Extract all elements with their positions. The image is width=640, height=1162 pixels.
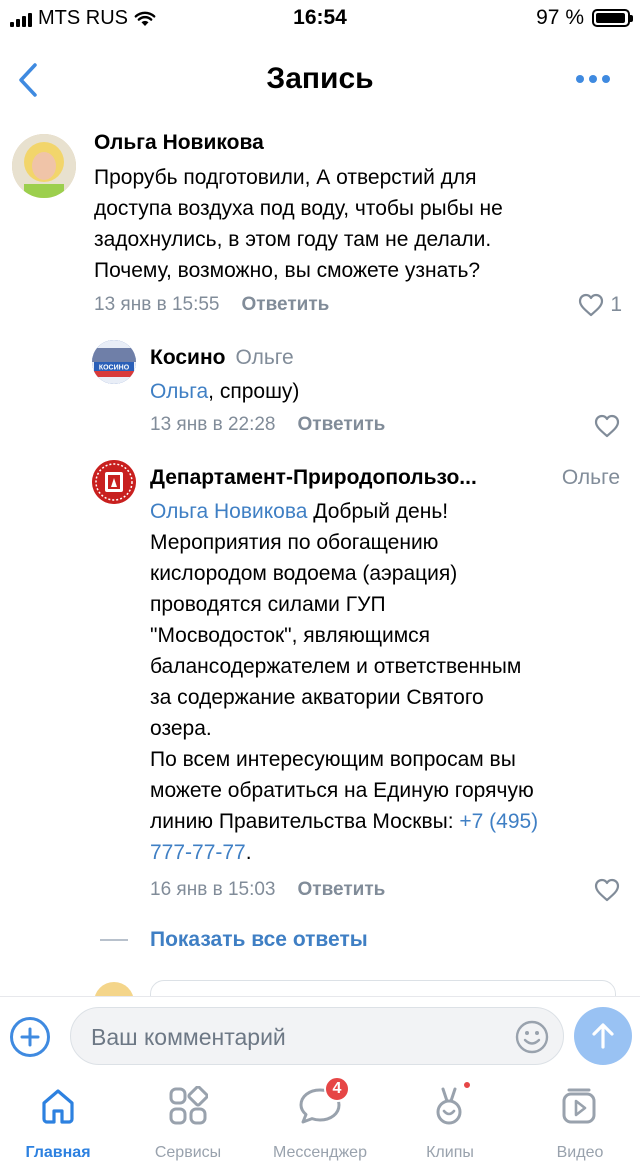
- avatar-photo: [12, 134, 76, 198]
- video-icon: [556, 1082, 604, 1130]
- comment-text-line: кислородом водоема (аэрация): [150, 562, 458, 585]
- comment-text-line: можете обратиться на Единую горячую: [150, 779, 534, 802]
- tab-video[interactable]: Видео: [516, 1082, 640, 1162]
- like-button[interactable]: 1: [578, 293, 622, 317]
- heart-icon: [594, 414, 620, 438]
- svg-text:КОСИНО: КОСИНО: [99, 365, 130, 372]
- comment-text-line: Ольга Новикова Добрый день!: [150, 500, 449, 523]
- comment-date: 13 янв в 15:55: [94, 294, 220, 315]
- more-button[interactable]: [568, 64, 618, 94]
- tab-label: Клипы: [426, 1144, 474, 1161]
- chat-bubble-icon: 4: [296, 1076, 350, 1130]
- tab-bar: Главная Сервисы 4 Мессенджер Клипы Видео: [0, 1076, 640, 1162]
- tab-label: Видео: [556, 1144, 604, 1161]
- comment-text-line: Мероприятия по обогащению: [150, 531, 439, 554]
- services-icon: [164, 1082, 212, 1130]
- like-button[interactable]: [594, 878, 620, 902]
- comment-author[interactable]: Департамент-Природопользо...: [150, 466, 477, 490]
- new-dot: [462, 1080, 472, 1090]
- comment-input[interactable]: Ваш комментарий: [70, 1007, 564, 1065]
- show-all-replies-label: Показать все ответы: [150, 928, 368, 951]
- heart-icon: [594, 878, 620, 902]
- comment-text-line: 777-77-77.: [150, 841, 252, 864]
- avatar[interactable]: КОСИНО: [92, 340, 136, 384]
- comment-text-line: "Мосводосток", являющимся: [150, 624, 431, 647]
- comment-text: Ольга, спрошу): [150, 376, 299, 407]
- moscow-emblem: [92, 460, 136, 504]
- tab-services[interactable]: Сервисы: [124, 1082, 252, 1162]
- status-bar: MTS RUS 16:54 97 %: [0, 0, 640, 40]
- clips-icon: [426, 1080, 474, 1130]
- comment-input-placeholder: Ваш комментарий: [91, 1024, 286, 1050]
- battery-icon: [592, 9, 633, 27]
- comment-text-rest: , спрошу): [208, 380, 300, 403]
- mention-link[interactable]: Ольга: [150, 380, 208, 403]
- tab-home[interactable]: Главная: [0, 1082, 122, 1162]
- comment-text-line: доступа воздуха под воду, чтобы рыбы не: [94, 197, 503, 220]
- plus-circle-icon: [20, 1027, 40, 1047]
- like-button[interactable]: [594, 414, 620, 438]
- comment-text-line: балансодержателем и ответственным: [150, 655, 522, 678]
- thread-line: [100, 939, 128, 941]
- reply-button[interactable]: Ответить: [298, 414, 386, 436]
- more-horizontal-icon: [576, 75, 610, 83]
- mention-link[interactable]: Ольга Новикова: [150, 500, 307, 523]
- send-button[interactable]: [574, 1007, 632, 1065]
- tab-messenger[interactable]: 4 Мессенджер: [256, 1076, 384, 1162]
- reply-to-label: Ольге: [235, 346, 294, 369]
- comment-text-line: Прорубь подготовили, А отверстий для: [94, 166, 477, 189]
- tab-label: Мессенджер: [273, 1144, 367, 1161]
- reply-button[interactable]: Ответить: [242, 294, 330, 316]
- phone-link[interactable]: 777-77-77: [150, 841, 246, 864]
- comment-author[interactable]: Косино: [150, 346, 225, 370]
- comment-text-line: озера.: [150, 717, 212, 740]
- phone-link[interactable]: +7 (495): [459, 810, 538, 833]
- avatar[interactable]: [92, 460, 136, 504]
- comment-text-line: Почему, возможно, вы сможете узнать?: [94, 259, 481, 282]
- battery-percent: 97 %: [536, 6, 584, 29]
- attach-button[interactable]: [10, 1017, 50, 1057]
- show-all-replies[interactable]: Показать все ответы: [100, 928, 368, 952]
- tab-clips[interactable]: Клипы: [386, 1080, 514, 1162]
- comment-text-line: задохнулись, в этом году там не делали.: [94, 228, 492, 251]
- like-count: 1: [610, 293, 622, 316]
- kosino-logo: КОСИНО: [92, 340, 136, 384]
- reply-to-label: Ольге: [561, 466, 620, 489]
- comment-text-line: за содержание акватории Святого: [150, 686, 484, 709]
- nav-bar: Запись: [0, 40, 640, 120]
- comment-author[interactable]: Ольга Новикова: [94, 131, 264, 155]
- comment-composer: Ваш комментарий: [0, 996, 640, 1076]
- page-title: Запись: [266, 62, 374, 95]
- smile-icon[interactable]: [515, 1020, 549, 1054]
- comment-date: 16 янв в 15:03: [150, 879, 276, 900]
- avatar[interactable]: [12, 134, 76, 198]
- comment-text-line: По всем интересующим вопросам вы: [150, 748, 516, 771]
- unread-badge: 4: [324, 1076, 350, 1102]
- comment-meta: 16 янв в 15:03 Ответить: [150, 879, 385, 901]
- heart-icon: [579, 293, 604, 317]
- comment-text-line: линию Правительства Москвы: +7 (495): [150, 810, 539, 833]
- comment-text-line: проводятся силами ГУП: [150, 593, 386, 616]
- status-bar-right: 97 %: [536, 6, 633, 30]
- home-icon: [34, 1082, 82, 1130]
- tab-label: Главная: [25, 1144, 91, 1161]
- reply-button[interactable]: Ответить: [298, 879, 386, 901]
- comment-date: 13 янв в 22:28: [150, 414, 276, 435]
- arrow-up-icon: [592, 1023, 614, 1049]
- tab-label: Сервисы: [154, 1144, 222, 1161]
- comment-meta: 13 янв в 15:55 Ответить: [94, 294, 329, 316]
- comment-meta: 13 янв в 22:28 Ответить: [150, 414, 385, 436]
